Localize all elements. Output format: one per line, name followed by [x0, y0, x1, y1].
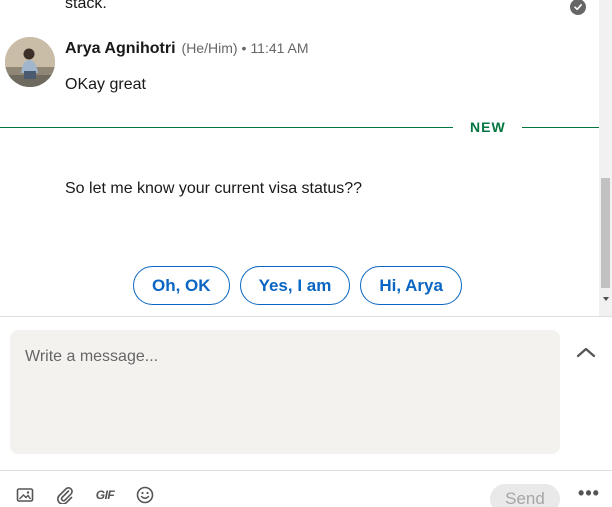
scroll-down-icon[interactable] [603, 297, 609, 301]
new-label: NEW [470, 119, 506, 135]
check-circle-icon [570, 0, 586, 15]
scrollbar-thumb[interactable] [601, 178, 610, 288]
divider-line-left [0, 127, 453, 128]
image-icon[interactable] [15, 485, 35, 505]
sender-name[interactable]: Arya Agnihotri [65, 40, 176, 58]
new-messages-divider: NEW [0, 119, 599, 135]
message-timestamp: 11:41 AM [250, 40, 309, 56]
quick-reply-button[interactable]: Hi, Arya [360, 266, 462, 305]
composer-divider [0, 316, 612, 317]
sender-pronouns: (He/Him) [181, 40, 238, 56]
thread-scrollbar[interactable] [599, 0, 612, 316]
quick-replies: Oh, OK Yes, I am Hi, Arya [133, 266, 462, 305]
emoji-icon[interactable] [135, 485, 155, 505]
gif-label: GIF [95, 488, 115, 502]
message-header: Arya Agnihotri (He/Him) • 11:41 AM [65, 40, 309, 58]
message-text: OKay great [65, 76, 146, 93]
quick-reply-button[interactable]: Oh, OK [133, 266, 230, 305]
composer-toolbar: GIF Send ••• [0, 471, 612, 507]
messaging-panel: stack. Arya Agnihotri (He/Him) • 11:41 A… [0, 0, 612, 507]
message-composer [10, 330, 560, 454]
message-input[interactable] [25, 348, 545, 436]
divider-line-right [522, 127, 599, 128]
message-thread[interactable]: stack. Arya Agnihotri (He/Him) • 11:41 A… [0, 0, 599, 316]
new-message-text: So let me know your current visa status?… [65, 180, 363, 197]
quick-reply-button[interactable]: Yes, I am [239, 266, 351, 305]
paperclip-icon[interactable] [55, 485, 75, 505]
gif-icon[interactable]: GIF [95, 485, 115, 505]
more-options-icon[interactable]: ••• [577, 483, 601, 503]
chevron-up-icon[interactable] [575, 345, 597, 361]
sender-avatar[interactable] [5, 37, 55, 87]
header-separator: • [241, 40, 247, 56]
previous-message-text: stack. [65, 0, 107, 12]
send-button[interactable]: Send [490, 484, 560, 507]
